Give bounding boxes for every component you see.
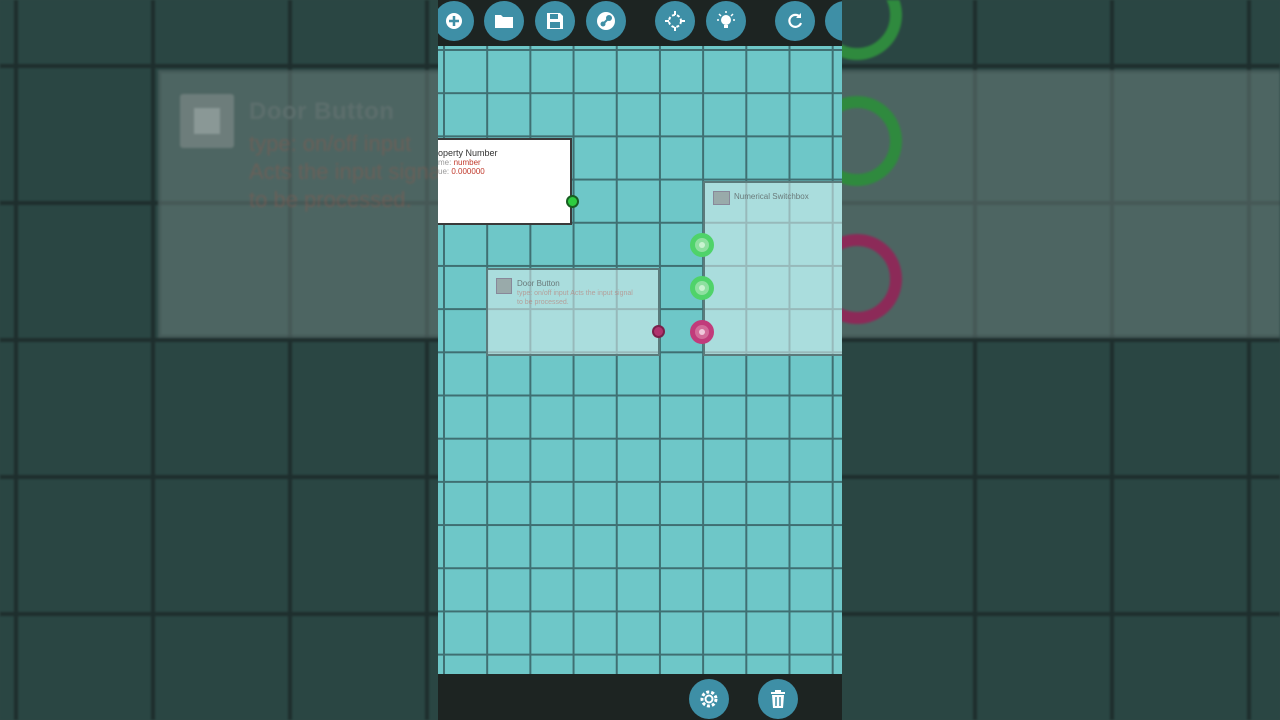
hint-button[interactable] (706, 1, 746, 41)
name-label: me: (438, 158, 454, 167)
door-button-node[interactable]: Door Button type: on/off input Acts the … (486, 268, 660, 356)
refresh-icon (788, 13, 803, 28)
settings-button[interactable] (689, 679, 729, 719)
input-port[interactable] (690, 320, 714, 344)
gear-icon (700, 690, 718, 708)
trash-icon (771, 690, 785, 708)
app-viewport: operty Number me: number ue: 0.000000 Do… (438, 0, 842, 720)
node-icon (713, 191, 730, 205)
toolbar (438, 0, 842, 46)
delete-button[interactable] (758, 679, 798, 719)
output-port[interactable] (566, 195, 579, 208)
input-port[interactable] (690, 233, 714, 257)
value-label: ue: (438, 167, 452, 176)
background-node-icon (180, 94, 234, 148)
save-button[interactable] (535, 1, 575, 41)
folder-icon (495, 15, 513, 28)
node-title: operty Number (438, 148, 498, 158)
reset-button[interactable] (775, 1, 815, 41)
node-canvas[interactable]: operty Number me: number ue: 0.000000 Do… (438, 46, 842, 674)
node-icon (496, 278, 512, 294)
node-subtitle: type: on/off input Acts the input signal… (517, 290, 633, 306)
output-port[interactable] (652, 325, 665, 338)
background-node-title: Door Button (249, 98, 395, 125)
property-number-node[interactable]: operty Number me: number ue: 0.000000 (438, 138, 572, 225)
focus-icon (665, 11, 685, 31)
bottom-toolbar (438, 674, 842, 720)
steam-icon (597, 12, 615, 30)
save-icon (547, 13, 563, 29)
open-folder-button[interactable] (484, 1, 524, 41)
node-value-row: ue: 0.000000 (438, 167, 485, 176)
more-button[interactable] (825, 1, 842, 41)
lightbulb-icon (717, 11, 735, 28)
background-node-subtitle: type: on/off input Acts the input signal… (249, 131, 446, 212)
node-title: Door Button (517, 279, 560, 288)
center-view-button[interactable] (655, 1, 695, 41)
input-port[interactable] (690, 276, 714, 300)
value-value: 0.000000 (451, 167, 485, 176)
numerical-switchbox-node[interactable]: Numerical Switchbox (703, 181, 842, 356)
steam-button[interactable] (586, 1, 626, 41)
name-value: number (453, 158, 481, 167)
node-title: Numerical Switchbox (734, 192, 809, 201)
add-button[interactable] (438, 1, 474, 41)
plus-icon (446, 13, 462, 29)
node-name-row: me: number (438, 158, 481, 167)
